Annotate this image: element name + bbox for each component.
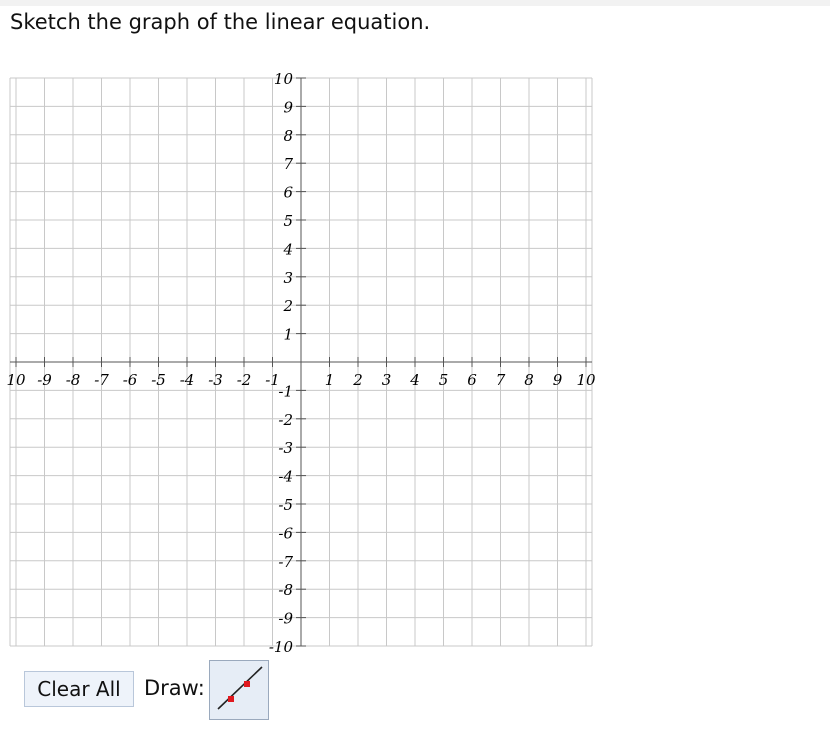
x-tick-label: -4 xyxy=(180,371,195,389)
y-tick-label: 6 xyxy=(283,184,293,202)
x-tick-label: 5 xyxy=(439,371,449,389)
draw-label: Draw: xyxy=(144,676,205,700)
y-tick-label: 1 xyxy=(283,326,293,344)
y-tick-label: 2 xyxy=(282,297,293,315)
x-tick-label: 9 xyxy=(553,371,563,389)
y-tick-label: 8 xyxy=(283,127,293,145)
coordinate-grid[interactable]: 10 -9 -8 -7 -6 -5 -4 -3 -2 -1 1 2 3 4 5 6 7 8 9 10109876543… xyxy=(0,0,830,660)
y-tick-label: 9 xyxy=(283,98,293,116)
x-tick-label: -2 xyxy=(237,371,252,389)
x-tick-label: 6 xyxy=(467,371,477,389)
y-tick-label: -9 xyxy=(278,610,293,628)
y-tick-label: -10 xyxy=(269,638,294,656)
y-tick-label: -8 xyxy=(278,581,293,599)
y-tick-label: 10 xyxy=(274,70,294,88)
x-tick-label: -7 xyxy=(94,371,109,389)
x-tick-label: -5 xyxy=(151,371,166,389)
x-tick-label: 10 xyxy=(6,371,26,389)
x-tick-label: 1 xyxy=(325,371,335,389)
y-tick-label: 5 xyxy=(283,212,293,230)
y-tick-label: -6 xyxy=(278,524,293,542)
draw-line-tool-button[interactable] xyxy=(209,660,269,720)
y-tick-label: 3 xyxy=(283,269,293,287)
y-tick-label: -2 xyxy=(278,411,293,429)
y-tick-label: -5 xyxy=(278,496,293,514)
x-tick-label: -6 xyxy=(123,371,138,389)
x-tick-label: -8 xyxy=(66,371,81,389)
x-tick-label: 7 xyxy=(496,371,506,389)
y-tick-label: -1 xyxy=(278,382,293,400)
x-tick-label: -3 xyxy=(208,371,223,389)
x-tick-label: 8 xyxy=(524,371,534,389)
x-tick-label: 2 xyxy=(352,371,363,389)
y-tick-label: -4 xyxy=(278,468,293,486)
line-segment-icon xyxy=(217,666,263,710)
x-tick-label: 3 xyxy=(382,371,392,389)
x-tick-label: -9 xyxy=(37,371,52,389)
x-tick-label: 4 xyxy=(409,371,420,389)
y-tick-label: -7 xyxy=(278,553,293,571)
clear-all-button[interactable]: Clear All xyxy=(24,671,134,707)
y-tick-label: -3 xyxy=(278,439,293,457)
x-tick-label: 10 xyxy=(576,371,596,389)
y-tick-label: 7 xyxy=(283,155,293,173)
y-tick-label: 4 xyxy=(282,240,293,258)
